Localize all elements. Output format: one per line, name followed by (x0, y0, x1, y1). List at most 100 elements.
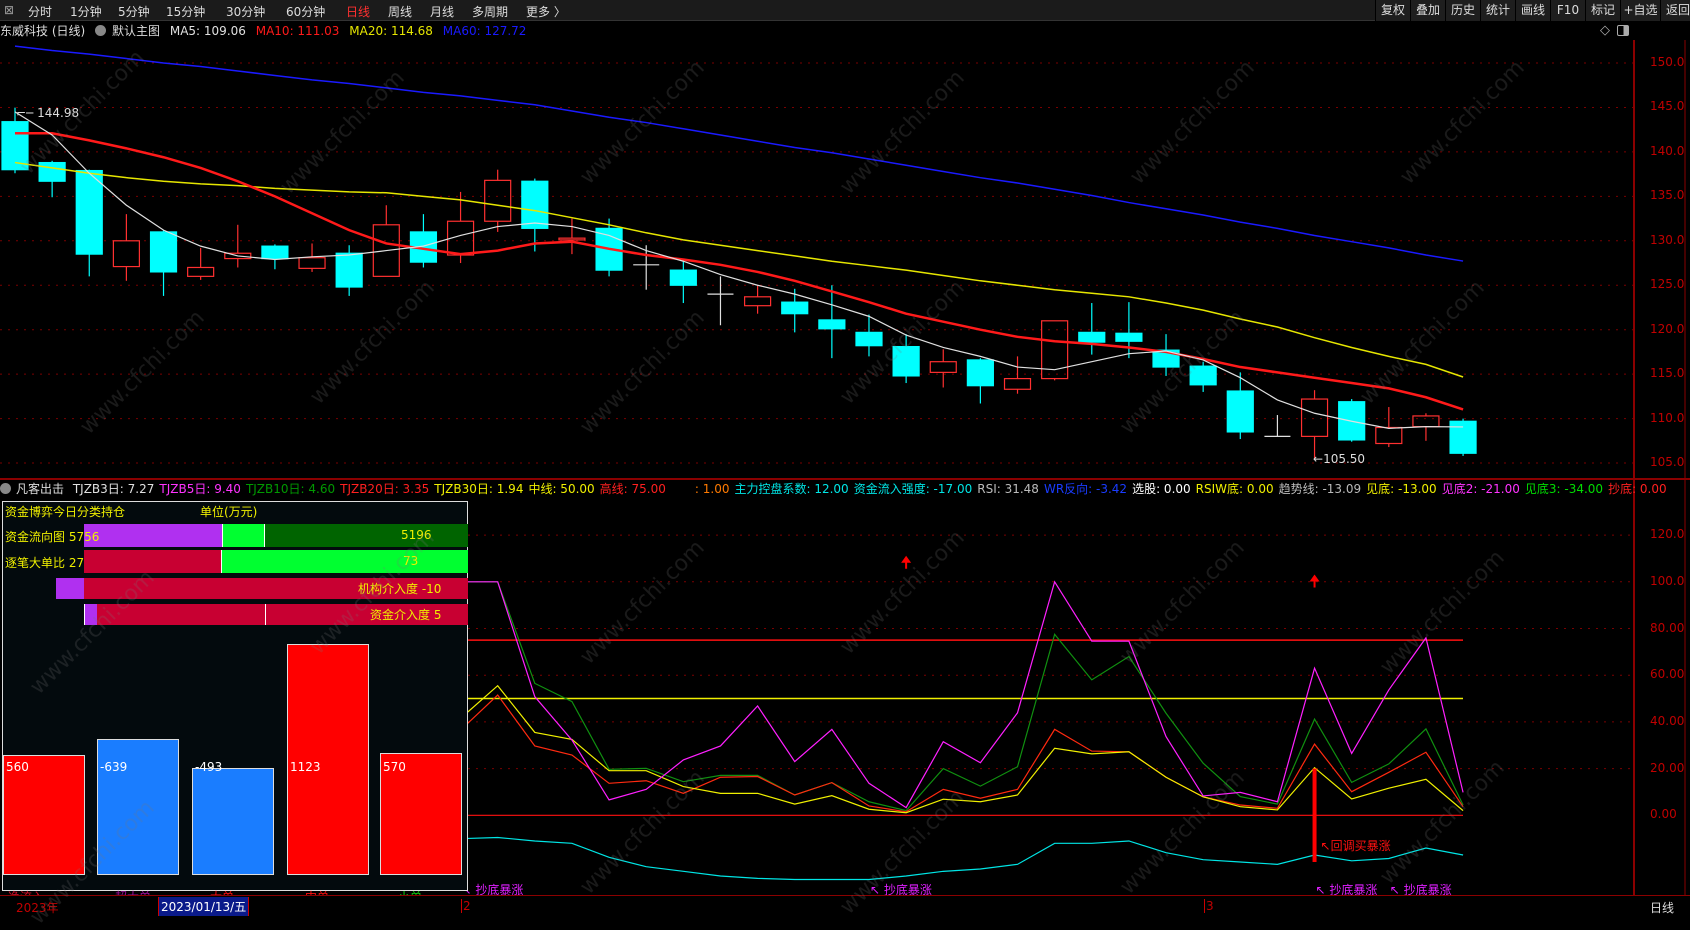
high-price-label: ⌐─ 144.98 (16, 106, 80, 120)
price-tick-label: 140.0 (1650, 143, 1685, 158)
fund-bar-value: 570 (383, 760, 406, 774)
indicator-value: 趋势线: -13.09 (1278, 482, 1362, 496)
fund-bar-2 (192, 767, 274, 875)
candle-body (1115, 332, 1143, 342)
candle[interactable] (1338, 399, 1366, 442)
candle-body (818, 319, 846, 330)
indicator-tick-label: 60.00 (1650, 667, 1685, 682)
indicator-tick-label: 120.0 (1650, 527, 1685, 542)
price-tick-label: 115.0 (1650, 366, 1685, 381)
candle-body (781, 301, 809, 315)
candle-body (1, 121, 29, 171)
cursor-date: 2023/01/13/五 (158, 897, 250, 916)
candle[interactable] (112, 214, 140, 281)
candle[interactable] (1003, 356, 1032, 394)
ma20-line (14, 161, 1464, 378)
fund-panel-title: 资金博弈今日分类持仓 (5, 505, 126, 519)
candle[interactable] (335, 245, 363, 296)
fund-bar-value: -639 (100, 760, 128, 774)
year-label: 2023年 (16, 901, 59, 915)
candle-body (1449, 420, 1477, 454)
indicator-value: 中线: 50.00 (528, 482, 595, 496)
indicator-value: 资金流入强度: -17.00 (853, 482, 973, 496)
candle[interactable] (1189, 361, 1217, 392)
candle[interactable] (484, 169, 512, 232)
price-tick-label: 125.0 (1650, 277, 1685, 292)
candle-body (187, 266, 215, 277)
candle[interactable] (818, 285, 846, 359)
price-tick-label: 135.0 (1650, 188, 1685, 203)
price-tick-label: 120.0 (1650, 321, 1685, 336)
signal-bar (1312, 768, 1317, 862)
candle-body (1003, 377, 1032, 390)
fund-bar-value: 560 (6, 760, 29, 774)
candle[interactable] (409, 214, 438, 268)
date-axis: 2023年 2023/01/13/五 2 3 日线 (0, 895, 1690, 918)
indicator-name[interactable]: 凡客出击 (16, 482, 64, 496)
candle-body (335, 252, 363, 288)
month-label-2: 2 (461, 899, 471, 913)
indicator-value: RSIW底: 0.00 (1195, 482, 1274, 496)
candle-body (1189, 365, 1217, 386)
flow-bar-purple (84, 524, 222, 547)
indicator-value: TJZB10日: 4.60 (245, 482, 336, 496)
indicator-value: TJZB30日: 1.94 (434, 482, 524, 496)
candle[interactable] (75, 169, 103, 277)
pullback-signal-label: ↖回调买暴涨 (1320, 839, 1391, 853)
candle-body (966, 359, 994, 387)
indicator-tick-label: 80.00 (1650, 620, 1685, 635)
price-tick-label: 105.0 (1650, 455, 1685, 470)
candle[interactable] (929, 349, 957, 388)
fund-flow-panel: 资金博弈今日分类持仓 单位(万元) 资金流向图 5756 5196 逐笔大单比 … (2, 501, 468, 904)
candle[interactable] (966, 358, 994, 404)
capital-bar-purple (84, 604, 97, 625)
buy-arrow-icon (1309, 574, 1320, 588)
candle-body (75, 169, 103, 255)
indicator-value: 抄底: 0.00 (1608, 482, 1667, 496)
candle[interactable] (224, 224, 252, 268)
candle[interactable] (892, 334, 920, 384)
candle[interactable] (558, 218, 586, 255)
candle-body (855, 331, 883, 347)
candle[interactable] (1300, 390, 1329, 459)
indicator-value: TJZB5日: 9.40 (159, 482, 241, 496)
candle[interactable] (149, 230, 178, 296)
institution-bar-purple (56, 578, 84, 599)
month-label-3: 3 (1204, 899, 1214, 913)
candle[interactable] (633, 245, 660, 290)
candle-body (1300, 398, 1329, 437)
fund-bar-value: -493 (195, 760, 223, 774)
candle-body (112, 240, 140, 268)
candle[interactable] (1152, 334, 1180, 376)
candle-body (38, 161, 66, 182)
candle[interactable] (1264, 415, 1291, 437)
flow-bar-darkgreen (265, 524, 468, 547)
candle-body (892, 345, 920, 377)
candle[interactable] (187, 247, 215, 280)
ma60-line (14, 45, 1464, 262)
indicator-value: 见底2: -21.00 (1441, 482, 1520, 496)
institution-label: 机构介入度 -10 (358, 582, 442, 596)
bigorder-right-value: 73 (403, 554, 419, 568)
indicator-tick-label: 40.00 (1650, 713, 1685, 728)
candle[interactable] (1449, 418, 1477, 456)
bigorder-label: 逐笔大单比 27 (5, 556, 85, 570)
indicator-dropdown-icon[interactable] (0, 483, 11, 494)
candle-body (521, 180, 549, 229)
candle-body (298, 257, 326, 269)
candle[interactable] (521, 178, 549, 252)
indicator-value: TJZB3日: 7.27 (72, 482, 155, 496)
candle[interactable] (707, 276, 734, 326)
candle-body (1078, 331, 1106, 343)
candle[interactable] (1041, 320, 1069, 381)
flow-label: 资金流向图 5756 (5, 530, 100, 544)
candle[interactable] (669, 258, 697, 304)
candle-body (558, 237, 586, 241)
indicator-value: : 1.00 (694, 482, 730, 496)
period-label[interactable]: 日线 (1650, 899, 1674, 916)
candle[interactable] (1226, 372, 1254, 440)
candle[interactable] (261, 244, 289, 270)
candle[interactable] (743, 285, 772, 314)
candle[interactable] (781, 288, 809, 333)
candle[interactable] (1078, 303, 1106, 355)
